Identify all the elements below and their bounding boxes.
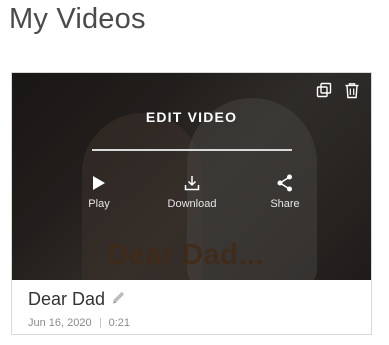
share-icon — [240, 173, 330, 193]
meta-divider — [99, 318, 101, 328]
download-label: Download — [167, 198, 217, 210]
trash-icon[interactable] — [343, 81, 361, 99]
edit-video-button[interactable]: EDIT VIDEO — [12, 109, 371, 125]
play-icon — [54, 173, 144, 193]
overlay-divider — [92, 149, 292, 151]
video-title: Dear Dad — [28, 289, 106, 309]
video-meta: Jun 16, 2020 0:21 — [28, 317, 130, 329]
video-title-row: Dear Dad — [28, 289, 130, 310]
page: My Videos Dear Dad... EDIT VIDEO Play Do… — [0, 0, 389, 345]
video-date: Jun 16, 2020 — [28, 317, 92, 329]
video-duration: 0:21 — [108, 317, 131, 329]
play-button[interactable]: Play — [54, 173, 144, 210]
page-title: My Videos — [9, 3, 146, 35]
download-button[interactable]: Download — [147, 173, 237, 210]
video-card: Dear Dad... EDIT VIDEO Play Download Sha… — [11, 72, 372, 335]
card-top-actions — [315, 81, 361, 99]
play-label: Play — [88, 198, 110, 210]
video-thumbnail[interactable]: Dear Dad... EDIT VIDEO Play Download Sha… — [12, 73, 371, 280]
share-button[interactable]: Share — [240, 173, 330, 210]
share-label: Share — [270, 198, 300, 210]
video-info: Dear Dad Jun 16, 2020 0:21 — [28, 289, 130, 329]
download-icon — [147, 173, 237, 193]
pencil-icon[interactable] — [111, 290, 126, 310]
duplicate-icon[interactable] — [315, 81, 333, 99]
